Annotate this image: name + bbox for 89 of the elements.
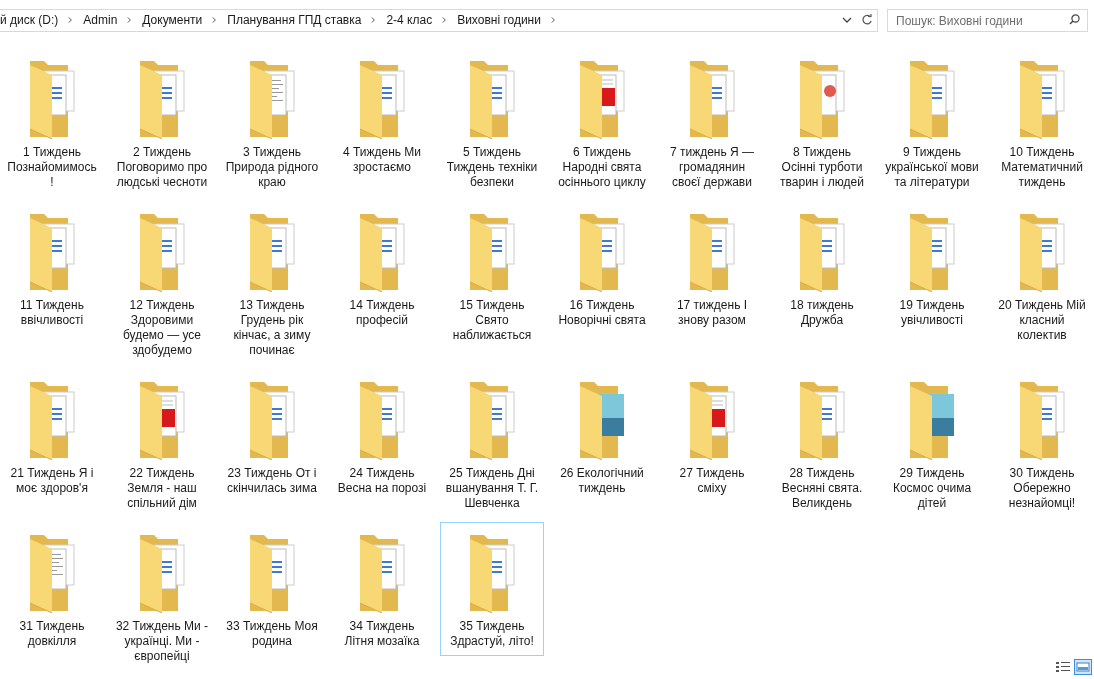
folder-name: 10 Тиждень Математичний тиждень <box>1000 145 1084 190</box>
folder-item[interactable]: 21 Тиждень Я і моє здоров'я <box>0 369 104 503</box>
folder-item[interactable]: 33 Тиждень Моя родина <box>220 522 324 656</box>
chevron-icon[interactable] <box>442 16 448 24</box>
folder-name: 12 Тиждень Здоровими будемо — усе здобудемо <box>122 298 202 358</box>
folder-name: 14 Тиждень професій <box>348 298 416 328</box>
folder-item[interactable]: 14 Тиждень професій <box>330 201 434 335</box>
folder-name: 31 Тиждень довкілля <box>18 619 86 649</box>
folder-name: 33 Тиждень Моя родина <box>225 619 319 649</box>
breadcrumb[interactable]: Admin <box>83 11 118 29</box>
folder-item[interactable]: 1 Тиждень Познайомимось ! <box>0 48 104 197</box>
breadcrumb[interactable]: й диск (D:) <box>0 11 59 29</box>
folder-item[interactable]: 22 Тиждень Земля - наш спільний дім <box>110 369 214 518</box>
folder-item[interactable]: 34 Тиждень Літня мозаїка <box>330 522 434 656</box>
folder-name: 17 тиждень І знову разом <box>675 298 749 328</box>
folder-name: 5 Тиждень Тиждень техніки безпеки <box>445 145 539 190</box>
chevron-icon[interactable] <box>212 16 218 24</box>
folder-name: 3 Тиждень Природа рідного краю <box>224 145 320 190</box>
folder-item[interactable]: 8 Тиждень Осінні турботи тварин і людей <box>770 48 874 197</box>
folder-name: 20 Тиждень Мій класний колектив <box>997 298 1087 343</box>
folder-item[interactable]: 35 Тиждень Здрастуй, літо! <box>440 522 544 656</box>
folder-name: 13 Тиждень Грудень рік кінчає, а зиму починає <box>232 298 312 358</box>
folder-name: 2 Тиждень Поговоримо про людські чесноти <box>115 145 209 190</box>
folder-name: 6 Тиждень Народні свята осіннього циклу <box>557 145 647 190</box>
folder-item[interactable]: 18 тиждень Дружба <box>770 201 874 335</box>
folder-name: 16 Тиждень Новорічні свята <box>557 298 647 328</box>
folder-item[interactable]: 4 Тиждень Ми зростаємо <box>330 48 434 182</box>
folder-name: 7 тиждень Я — громадянин своєї держави <box>668 145 756 190</box>
folder-name: 29 Тиждень Космос очима дітей <box>891 466 973 511</box>
folder-item[interactable]: 12 Тиждень Здоровими будемо — усе здобудемо <box>110 201 214 365</box>
folder-item[interactable]: 9 Тиждень української мови та літератури <box>880 48 984 197</box>
folder-item[interactable]: 15 Тиждень Свято наближається <box>440 201 544 350</box>
folder-item[interactable]: 17 тиждень І знову разом <box>660 201 764 335</box>
folder-item[interactable]: 10 Тиждень Математичний тиждень <box>990 48 1094 197</box>
folder-name: 26 Екологічний тиждень <box>559 466 645 496</box>
folder-name: 21 Тиждень Я і моє здоров'я <box>9 466 95 496</box>
folder-name: 24 Тиждень Весна на порозі <box>336 466 428 496</box>
folder-name: 28 Тиждень Весняні свята. Великдень <box>780 466 864 511</box>
folder-item[interactable]: 23 Тиждень От і скінчилась зима <box>220 369 324 503</box>
folder-item[interactable]: 24 Тиждень Весна на порозі <box>330 369 434 503</box>
folder-item[interactable]: 5 Тиждень Тиждень техніки безпеки <box>440 48 544 197</box>
folder-item[interactable]: 31 Тиждень довкілля <box>0 522 104 656</box>
folder-name: 1 Тиждень Познайомимось ! <box>6 145 98 190</box>
folder-item[interactable]: 20 Тиждень Мій класний колектив <box>990 201 1094 350</box>
folder-item[interactable]: 16 Тиждень Новорічні свята <box>550 201 654 335</box>
folder-item[interactable]: 29 Тиждень Космос очима дітей <box>880 369 984 518</box>
chevron-icon[interactable] <box>127 16 133 24</box>
folder-name: 23 Тиждень От і скінчилась зима <box>226 466 318 496</box>
folder-name: 9 Тиждень української мови та літератури <box>884 145 980 190</box>
folder-name: 35 Тиждень Здрастуй, літо! <box>449 619 535 649</box>
folder-item[interactable]: 25 Тиждень Дні вшанування Т. Г. Шевченка <box>440 369 544 518</box>
folder-item[interactable]: 30 Тиждень Обережно незнайомці! <box>990 369 1094 518</box>
folder-name: 22 Тиждень Земля - наш спільний дім <box>126 466 198 511</box>
folder-item[interactable]: 11 Тиждень ввічливості <box>0 201 104 335</box>
folder-item[interactable]: 2 Тиждень Поговоримо про людські чесноти <box>110 48 214 197</box>
folder-name: 30 Тиждень Обережно незнайомці! <box>1007 466 1077 511</box>
breadcrumb[interactable]: Документи <box>142 11 203 29</box>
folder-item[interactable]: 32 Тиждень Ми - українці. Ми - європейці <box>110 522 214 671</box>
folder-item[interactable]: 28 Тиждень Весняні свята. Великдень <box>770 369 874 518</box>
chevron-icon[interactable] <box>68 16 74 24</box>
folder-name: 32 Тиждень Ми - українці. Ми - європейці <box>114 619 210 664</box>
folder-name: 8 Тиждень Осінні турботи тварин і людей <box>779 145 865 190</box>
folder-item[interactable]: 7 тиждень Я — громадянин своєї держави <box>660 48 764 197</box>
folder-item[interactable]: 26 Екологічний тиждень <box>550 369 654 503</box>
search-icon <box>1069 13 1080 25</box>
folder-name: 11 Тиждень ввічливості <box>19 298 85 328</box>
folder-name: 18 тиждень Дружба <box>789 298 855 328</box>
folder-name: 4 Тиждень Ми зростаємо <box>341 145 423 175</box>
large-icons-view-icon[interactable] <box>1074 659 1092 675</box>
folder-name: 15 Тиждень Свято наближається <box>451 298 533 343</box>
folder-item[interactable]: 3 Тиждень Природа рідного краю <box>220 48 324 197</box>
folder-name: 19 Тиждень увічливості <box>898 298 966 328</box>
breadcrumb[interactable]: Планування ГПД ставка <box>227 11 362 29</box>
folder-item[interactable]: 13 Тиждень Грудень рік кінчає, а зиму починає <box>220 201 324 365</box>
chevron-icon[interactable] <box>550 16 556 24</box>
details-view-icon[interactable] <box>1055 660 1071 674</box>
folder-name: 25 Тиждень Дні вшанування Т. Г. Шевченка <box>444 466 540 511</box>
folder-item[interactable]: 27 Тиждень сміху <box>660 369 764 503</box>
folder-name: 34 Тиждень Літня мозаїка <box>343 619 421 649</box>
breadcrumb[interactable]: Виховні години <box>457 11 541 29</box>
chevron-icon[interactable] <box>371 16 377 24</box>
search-field[interactable]: Пошук: Виховні години <box>887 9 1088 33</box>
folder-item[interactable]: 6 Тиждень Народні свята осіннього циклу <box>550 48 654 197</box>
address-bar[interactable]: й диск (D:) Admin Документи Планування ГПД ставка 2-4 клас Виховні години <box>0 8 878 32</box>
breadcrumb[interactable]: 2-4 клас <box>386 11 433 29</box>
folder-item[interactable]: 19 Тиждень увічливості <box>880 201 984 335</box>
folder-name: 27 Тиждень сміху <box>678 466 746 496</box>
dropdown-icon[interactable] <box>842 17 852 23</box>
refresh-icon[interactable] <box>861 14 873 26</box>
